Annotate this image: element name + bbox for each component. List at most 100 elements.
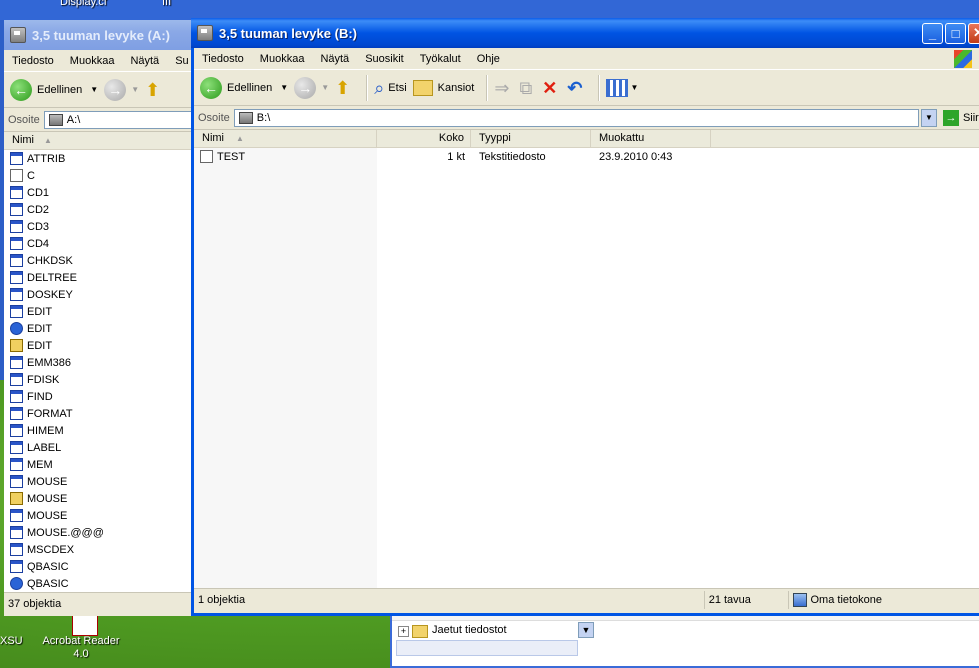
file-row[interactable]: EDIT	[4, 303, 196, 320]
file-row[interactable]: FDISK	[4, 371, 196, 388]
folder-icon	[412, 79, 433, 96]
dropdown-arrow-icon[interactable]: ▼	[280, 83, 288, 92]
menu-edit[interactable]: Muokkaa	[252, 53, 313, 65]
toolbar-separator	[486, 74, 489, 101]
status-location: Oma tietokone	[789, 591, 979, 609]
go-button[interactable]: → Siirry	[942, 109, 979, 126]
title-bar[interactable]: 3,5 tuuman levyke (A:)	[4, 20, 196, 50]
tree-item-label[interactable]: Jaetut tiedostot	[432, 624, 507, 636]
file-name: HIMEM	[27, 424, 64, 437]
file-row[interactable]: MOUSE	[4, 507, 196, 524]
folders-button[interactable]: Kansiot	[412, 79, 474, 96]
delete-icon: ✕	[542, 77, 558, 98]
views-button[interactable]: ▼	[606, 78, 638, 97]
file-row[interactable]: EDIT	[4, 337, 196, 354]
forward-arrow-icon: →	[294, 76, 317, 99]
file-exe-icon	[10, 526, 23, 539]
file-row[interactable]: ATTRIB	[4, 150, 196, 167]
menu-file[interactable]: Tiedosto	[4, 55, 62, 67]
address-bar: Osoite A:\	[4, 108, 196, 132]
file-name: C	[27, 169, 35, 182]
forward-button[interactable]: → ▼	[294, 76, 329, 99]
file-row[interactable]: MOUSE.@@@	[4, 524, 196, 541]
menu-file[interactable]: Tiedosto	[194, 53, 252, 65]
file-exe-icon	[10, 305, 23, 318]
menu-favorites[interactable]: Suosikit	[357, 53, 412, 65]
file-name: CD3	[27, 220, 50, 233]
menu-edit[interactable]: Muokkaa	[62, 55, 123, 67]
file-rows: ATTRIB C CD1 CD2 CD3 CD4 CHKDSK DELTREE DOSKEY ED…	[4, 150, 196, 592]
desktop-icon-label[interactable]: XSU	[0, 635, 23, 647]
forward-button[interactable]: → ▼	[104, 78, 139, 101]
file-name: ATTRIB	[27, 152, 66, 165]
file-exe-icon	[10, 271, 23, 284]
file-row[interactable]: LABEL	[4, 439, 196, 456]
back-button[interactable]: ← Edellinen ▼	[200, 76, 288, 99]
address-dropdown-arrow-icon[interactable]: ▼	[920, 108, 937, 127]
file-exe-icon	[10, 220, 23, 233]
window-title: 3,5 tuuman levyke (B:)	[219, 25, 357, 41]
column-header-name[interactable]: Nimi ▲	[4, 132, 196, 149]
acrobat-reader-label[interactable]: Acrobat Reader 4.0	[40, 635, 122, 661]
file-row[interactable]: MSCDEX	[4, 541, 196, 558]
file-gear-icon	[10, 492, 23, 505]
file-list: Nimi ▲ Koko Tyyppi Muokattu TEST 1 kt Tekst…	[194, 130, 979, 588]
dropdown-arrow-icon[interactable]: ▼	[131, 85, 139, 94]
file-row[interactable]: QBASIC	[4, 575, 196, 592]
status-object-count: 1 objektia	[194, 590, 705, 609]
minimize-button[interactable]: _	[922, 22, 943, 44]
file-rows: TEST 1 kt Tekstitiedosto 23.9.2010 0:43	[194, 148, 979, 165]
menu-view[interactable]: Näytä	[122, 55, 167, 67]
dropdown-arrow-icon[interactable]: ▼	[578, 622, 594, 638]
menu-view[interactable]: Näytä	[312, 53, 357, 65]
file-row[interactable]: DELTREE	[4, 269, 196, 286]
file-row[interactable]: EMM386	[4, 354, 196, 371]
column-header-modified[interactable]: Muokattu	[591, 130, 711, 147]
file-name: CD2	[27, 203, 50, 216]
file-row[interactable]: FIND	[4, 388, 196, 405]
file-row[interactable]: DOSKEY	[4, 286, 196, 303]
up-folder-button[interactable]: ⬆	[145, 81, 164, 99]
maximize-button[interactable]: □	[945, 22, 966, 44]
file-row[interactable]: FORMAT	[4, 405, 196, 422]
file-row[interactable]: MOUSE	[4, 490, 196, 507]
file-row[interactable]: CHKDSK	[4, 252, 196, 269]
file-row[interactable]: HIMEM	[4, 422, 196, 439]
title-bar[interactable]: 3,5 tuuman levyke (B:) _ □ ✕	[191, 18, 979, 48]
status-object-count: 37 objektia	[8, 597, 62, 610]
dropdown-arrow-icon[interactable]: ▼	[321, 83, 329, 92]
file-exe-icon	[10, 152, 23, 165]
file-row[interactable]: C	[4, 167, 196, 184]
back-button[interactable]: ← Edellinen ▼	[10, 78, 98, 101]
delete-button[interactable]: ✕	[542, 79, 561, 97]
file-row[interactable]: EDIT	[4, 320, 196, 337]
file-row[interactable]: CD2	[4, 201, 196, 218]
address-input[interactable]: B:\	[233, 108, 919, 127]
search-button[interactable]: ⌕ Etsi	[374, 79, 406, 97]
file-row[interactable]: MEM	[4, 456, 196, 473]
menu-tools[interactable]: Työkalut	[412, 53, 469, 65]
column-header-type[interactable]: Tyyppi	[471, 130, 591, 147]
file-row[interactable]: CD4	[4, 235, 196, 252]
expand-icon[interactable]: +	[398, 626, 409, 637]
column-header-name[interactable]: Nimi ▲	[194, 130, 377, 147]
undo-button[interactable]: ↶	[567, 79, 586, 97]
up-folder-button[interactable]: ⬆	[335, 79, 354, 97]
horizontal-scrollbar[interactable]	[396, 640, 578, 656]
desktop-icon-label[interactable]: III	[162, 0, 171, 8]
file-row[interactable]: CD3	[4, 218, 196, 235]
address-input[interactable]: A:\	[43, 110, 196, 129]
column-header-size[interactable]: Koko	[377, 130, 471, 147]
file-row[interactable]: CD1	[4, 184, 196, 201]
menu-help[interactable]: Ohje	[469, 53, 508, 65]
status-bar: 1 objektia 21 tavua Oma tietokone	[194, 588, 979, 610]
desktop-icon-label[interactable]: Display.cf	[60, 0, 107, 8]
file-row[interactable]: MOUSE	[4, 473, 196, 490]
file-row[interactable]: TEST 1 kt Tekstitiedosto 23.9.2010 0:43	[194, 148, 979, 165]
move-to-button[interactable]: ⇒	[494, 79, 513, 97]
file-row[interactable]: QBASIC	[4, 558, 196, 575]
window-title: 3,5 tuuman levyke (A:)	[32, 27, 170, 43]
close-button[interactable]: ✕	[968, 22, 979, 44]
copy-to-button[interactable]: ⧉	[519, 79, 536, 97]
dropdown-arrow-icon[interactable]: ▼	[90, 85, 98, 94]
